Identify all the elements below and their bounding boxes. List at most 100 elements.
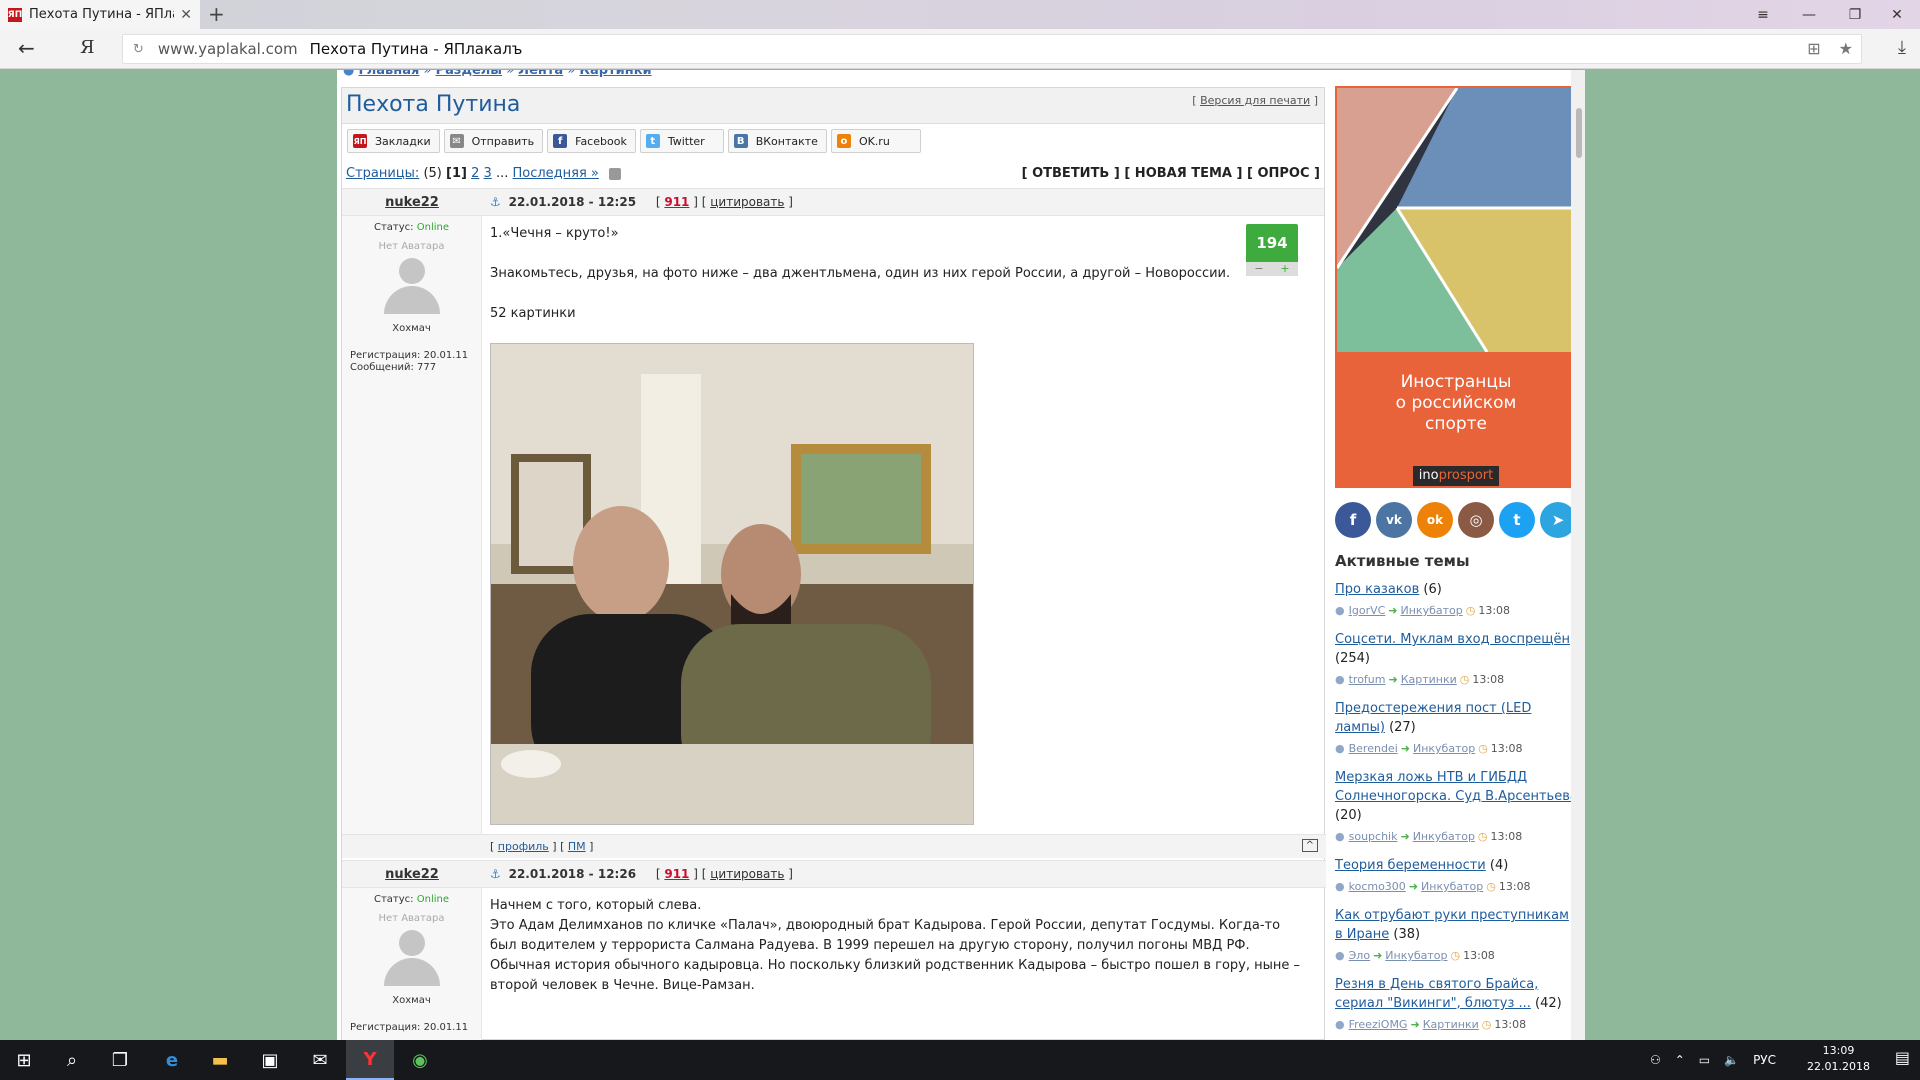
breadcrumb: ● Главная » Разделы » Лента » Картинки (343, 70, 652, 78)
current-page: [1] (446, 166, 467, 181)
post-author-link[interactable]: nuke22 (342, 189, 482, 210)
tab-close-icon[interactable]: ✕ (180, 7, 192, 23)
language-indicator[interactable]: РУС (1753, 1053, 1776, 1067)
minimize-icon[interactable]: — (1786, 0, 1832, 29)
instagram-icon[interactable]: ◎ (1458, 502, 1494, 538)
ok-share-button[interactable]: о OK.ru (830, 129, 921, 153)
page-scrollbar[interactable] (1571, 70, 1585, 1040)
search-icon[interactable]: ⌕ (48, 1040, 96, 1080)
avatar[interactable]: Нет Аватара (373, 241, 451, 321)
new-topic-button[interactable]: [ НОВАЯ ТЕМА ] (1124, 166, 1242, 181)
send-button[interactable]: ✉ Отправить (443, 129, 544, 153)
anchor-icon[interactable]: ⚓ (490, 195, 501, 209)
topic-header: Пехота Путина [ Версия для печати ] (342, 88, 1324, 124)
url-field[interactable]: ↻ www.yaplakal.com Пехота Путина - ЯПлак… (122, 34, 1862, 64)
notification-icon[interactable]: ▤ (1895, 1048, 1910, 1067)
ad-banner[interactable]: Иностранцы о российском спорте inoprospo… (1335, 86, 1577, 488)
yandex-logo-icon[interactable]: Я (80, 37, 95, 58)
breadcrumb-feed[interactable]: Лента (518, 70, 563, 78)
ad-brand-logo: inoprosport (1413, 466, 1499, 486)
mail-icon[interactable]: ✉ (296, 1040, 344, 1080)
pagination: Страницы: (5) [1] 2 3 ... Последняя » (346, 166, 622, 181)
rate-up-icon[interactable]: + (1280, 262, 1289, 276)
active-topic-link[interactable]: Теория беременности (1335, 858, 1486, 873)
vk-share-button[interactable]: В ВКонтакте (727, 129, 827, 153)
avatar-body-icon (383, 958, 440, 986)
person-icon[interactable]: ⚇ (1650, 1053, 1661, 1067)
vk-icon[interactable]: vk (1376, 502, 1412, 538)
post-image[interactable] (490, 343, 974, 825)
active-topic-link[interactable]: Предостережения пост (LED лампы) (1335, 701, 1531, 735)
facebook-share-button[interactable]: f Facebook (547, 129, 636, 153)
pages-label[interactable]: Страницы: (346, 166, 419, 181)
user-rank: Хохмач (392, 995, 431, 1006)
profile-link[interactable]: профиль (498, 840, 549, 853)
quote-link[interactable]: цитировать (710, 195, 784, 209)
translate-icon[interactable]: ⊞ (1807, 39, 1820, 58)
last-page-link[interactable]: Последняя » (512, 166, 598, 181)
post-date: 22.01.2018 - 12:25 (508, 195, 637, 209)
restore-icon[interactable]: ❐ (1832, 0, 1878, 29)
chevron-up-icon[interactable]: ⌃ (1675, 1053, 1685, 1067)
print-version-link[interactable]: [ Версия для печати ] (1192, 94, 1318, 107)
twitter-share-button[interactable]: t Twitter (639, 129, 724, 153)
active-topic-link[interactable]: Соцсети. Муклам вход воспрещён (1335, 632, 1570, 647)
odnoklassniki-icon[interactable]: ok (1417, 502, 1453, 538)
post-number-link[interactable]: 911 (664, 195, 689, 209)
rss-icon[interactable] (609, 167, 622, 180)
network-icon[interactable]: ▭ (1699, 1053, 1710, 1067)
new-tab-icon[interactable]: + (208, 2, 225, 26)
rate-down-icon[interactable]: − (1254, 262, 1263, 276)
pm-link[interactable]: ПМ (568, 840, 586, 853)
post-body: Статус: Online Нет Аватара Хохмач Регист… (342, 888, 1326, 1040)
bookmark-star-icon[interactable]: ★ (1839, 39, 1853, 58)
anchor-icon[interactable]: ⚓ (490, 867, 501, 881)
poll-button[interactable]: [ ОПРОС ] (1247, 166, 1320, 181)
right-sidebar: Иностранцы о российском спорте inoprospo… (1335, 86, 1579, 1040)
back-arrow-icon[interactable]: ← (18, 36, 35, 60)
post-author-link[interactable]: nuke22 (342, 861, 482, 882)
torrent-icon[interactable]: ◉ (396, 1040, 444, 1080)
active-topic-link[interactable]: Про казаков (1335, 582, 1419, 597)
quote-link[interactable]: цитировать (710, 867, 784, 881)
edge-icon[interactable]: e (148, 1040, 196, 1080)
menu-icon[interactable]: ≡ (1740, 0, 1786, 29)
twitter-icon[interactable]: t (1499, 502, 1535, 538)
active-topic-item: Предостережения пост (LED лампы) (27) ● B… (1335, 701, 1532, 755)
download-icon[interactable]: ⤓ (1898, 37, 1906, 58)
clock-icon: ◷ (1450, 949, 1461, 962)
ad-collage-image (1337, 88, 1575, 352)
file-explorer-icon[interactable]: ▬ (196, 1040, 244, 1080)
breadcrumb-home[interactable]: Главная (358, 70, 419, 78)
task-view-icon[interactable]: ❐ (96, 1040, 144, 1080)
bookmarks-button[interactable]: ЯП Закладки (347, 129, 440, 153)
post-meta: ⚓ 22.01.2018 - 12:25 [ 911 ] [ цитироват… (490, 195, 793, 209)
page-2-link[interactable]: 2 (471, 166, 479, 181)
scroll-top-button[interactable]: ^ (1301, 839, 1318, 852)
active-topic-link[interactable]: Мерзкая ложь НТВ и ГИБДД Солнечногорска.… (1335, 770, 1578, 804)
scrollbar-thumb[interactable] (1576, 108, 1582, 158)
avatar[interactable]: Нет Аватара (373, 913, 451, 993)
post-header: nuke22 ⚓ 22.01.2018 - 12:25 [ 911 ] [ ци… (342, 188, 1324, 216)
active-topic-link[interactable]: Как отрубают руки преступникам в Иране (1335, 908, 1569, 942)
reply-button[interactable]: [ ОТВЕТИТЬ ] (1022, 166, 1120, 181)
clock-icon: ◷ (1481, 1018, 1492, 1031)
store-icon[interactable]: ▣ (246, 1040, 294, 1080)
facebook-icon[interactable]: f (1335, 502, 1371, 538)
breadcrumb-pictures[interactable]: Картинки (579, 70, 651, 78)
breadcrumb-sections[interactable]: Разделы (436, 70, 502, 78)
browser-tab[interactable]: ЯП Пехота Путина - ЯПлакаЛ ✕ (0, 0, 200, 29)
topic-actions: [ ОТВЕТИТЬ ] [ НОВАЯ ТЕМА ] [ ОПРОС ] (1022, 166, 1320, 181)
post-body: Статус: Online Нет Аватара Хохмач Регист… (342, 216, 1324, 834)
active-topic-link[interactable]: Резня в День святого Брайса, сериал "Вик… (1335, 977, 1538, 1011)
page-3-link[interactable]: 3 (484, 166, 492, 181)
close-window-icon[interactable]: ✕ (1874, 0, 1920, 29)
taskbar-clock[interactable]: 13:09 22.01.2018 (1807, 1043, 1870, 1075)
windows-start-icon[interactable]: ⊞ (0, 1040, 48, 1080)
reload-icon[interactable]: ↻ (133, 42, 144, 57)
post-number-link[interactable]: 911 (664, 867, 689, 881)
active-topic-item: Мерзкая ложь НТВ и ГИБДД Солнечногорска.… (1335, 770, 1578, 843)
post-user-info: Статус: Online Нет Аватара Хохмач Регист… (342, 216, 482, 834)
yandex-browser-icon[interactable]: Y (346, 1040, 394, 1080)
volume-icon[interactable]: 🔈 (1724, 1053, 1739, 1067)
